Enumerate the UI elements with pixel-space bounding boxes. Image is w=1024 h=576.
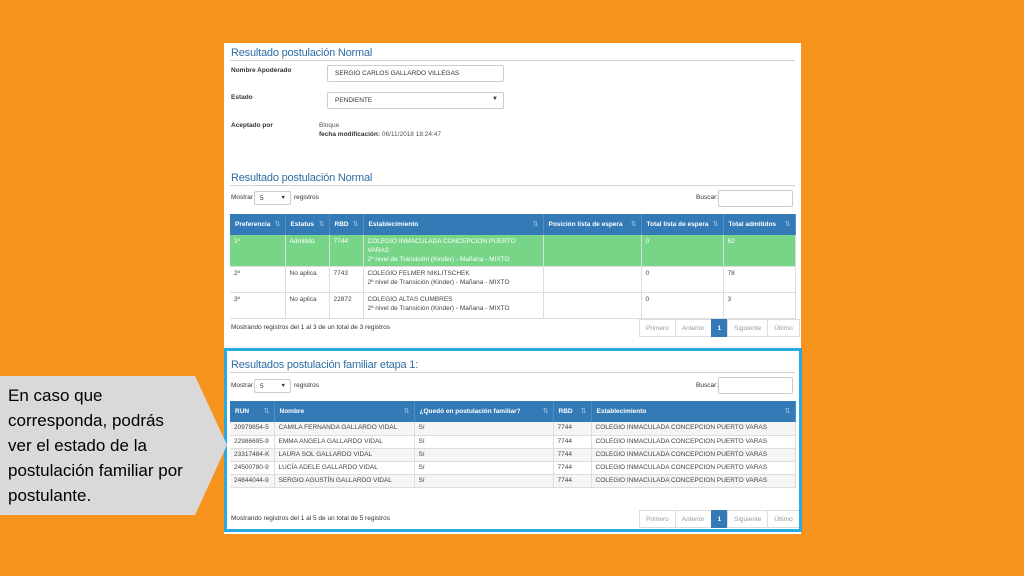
pager-last[interactable]: Último [767, 319, 800, 337]
search-label: Buscar: [696, 194, 719, 201]
sort-icon: ⇅ [630, 221, 637, 228]
normal-results-table: Preferencia ⇅ Estatus ⇅ RBD ⇅ Establecimien… [230, 214, 796, 319]
column-header[interactable]: Preferencia ⇅ [230, 214, 286, 235]
modified-label: fecha modificación: [319, 131, 381, 138]
accepted-value: Bloque [319, 122, 340, 129]
pager-page[interactable]: 1 [710, 319, 729, 337]
sort-icon: ⇅ [274, 221, 281, 228]
column-header-label: Total lista de espera [646, 221, 709, 228]
school-level: 2º nivel de Transición (Kinder) - Mañana… [367, 305, 510, 312]
section-title-normal-table: Resultado postulación Normal [231, 172, 373, 184]
guardian-name-field[interactable]: SERGIO CARLOS GALLARDO VILLEGAS [327, 65, 504, 82]
cell-total-wait: 0 [641, 292, 724, 319]
school-name: COLEGIO FELMER NIKLITSCHEK [367, 270, 470, 277]
cell-total-admitted: 78 [723, 266, 796, 293]
divider [230, 60, 795, 61]
cell-preference: 1º [230, 235, 286, 267]
cell-wait-position [543, 266, 642, 293]
column-header[interactable]: Establecimiento ⇅ [363, 214, 544, 235]
cell-rbd: 7744 [329, 235, 364, 267]
school-level: 2º nivel de Transición (Kinder) - Mañana… [367, 256, 510, 263]
table-info: Mostrando registros del 1 al 3 de un tot… [231, 324, 390, 331]
column-header-label: RBD [334, 221, 349, 228]
cell-rbd: 22872 [329, 292, 364, 319]
page-size-value: 5 [260, 195, 264, 202]
status-select[interactable]: PENDIENTE ▼ [327, 92, 504, 109]
records-label: registros [294, 194, 319, 201]
sort-icon: ⇅ [532, 221, 539, 228]
cell-preference: 3º [230, 292, 286, 319]
pager-next[interactable]: Siguiente [727, 319, 769, 337]
chevron-down-icon: ▼ [280, 195, 286, 201]
section-title-normal: Resultado postulación Normal [231, 47, 373, 59]
family-section-highlight [224, 348, 802, 532]
guardian-label: Nombre Apoderado [231, 67, 292, 74]
page-size-select[interactable]: 5 ▼ [254, 191, 291, 205]
column-header[interactable]: Total admitidos ⇅ [723, 214, 796, 235]
column-header[interactable]: Total lista de espera ⇅ [641, 214, 724, 235]
column-header-label: Preferencia [235, 221, 271, 228]
guardian-name-value: SERGIO CARLOS GALLARDO VILLEGAS [335, 70, 460, 77]
table-header-row: Preferencia ⇅ Estatus ⇅ RBD ⇅ Establecimien… [230, 214, 796, 235]
accepted-label: Aceptado por [231, 122, 273, 129]
table-row: 3º No aplica 22872 COLEGIO ALTAS CUMBRES… [230, 292, 796, 319]
search-input[interactable] [718, 190, 793, 207]
column-header-label: Establecimiento [368, 221, 419, 228]
school-name: COLEGIO ALTAS CUMBRES [367, 296, 453, 303]
pager-prev[interactable]: Anterior [674, 319, 712, 337]
cell-school: COLEGIO FELMER NIKLITSCHEK 2º nivel de Tr… [363, 266, 544, 293]
show-label: Mostrar [231, 194, 254, 201]
cell-total-wait: 0 [641, 266, 724, 293]
pagination: Primero Anterior 1 Siguiente Último [639, 319, 800, 337]
column-header[interactable]: Estatus ⇅ [285, 214, 330, 235]
modified-line: fecha modificación: 06/11/2018 18:24:47 [319, 130, 441, 139]
column-header[interactable]: RBD ⇅ [329, 214, 364, 235]
cell-rbd: 7743 [329, 266, 364, 293]
column-header[interactable]: Posición lista de espera ⇅ [543, 214, 642, 235]
table-row: 1º Admitido 7744 COLEGIO INMACULADA CONC… [230, 235, 796, 267]
cell-status: Admitido [285, 235, 330, 267]
column-header-label: Total admitidos [728, 221, 777, 228]
sort-icon: ⇅ [352, 221, 359, 228]
pager-first[interactable]: Primero [639, 319, 676, 337]
column-header-label: Posición lista de espera [548, 221, 623, 228]
cell-school: COLEGIO INMACULADA CONCEPCION PUERTO VAR… [363, 235, 544, 267]
cell-status: No aplica [285, 266, 330, 293]
callout-text: En caso que corresponda, podrás ver el e… [8, 386, 183, 505]
cell-preference: 2º [230, 266, 286, 293]
school-level: 2º nivel de Transición (Kinder) - Mañana… [367, 279, 510, 286]
column-header-label: Estatus [290, 221, 314, 228]
sort-icon: ⇅ [318, 221, 325, 228]
cell-total-wait: 0 [641, 235, 724, 267]
divider [230, 185, 795, 186]
modified-value: 06/11/2018 18:24:47 [381, 131, 442, 138]
cell-wait-position [543, 292, 642, 319]
table-row: 2º No aplica 7743 COLEGIO FELMER NIKLITS… [230, 266, 796, 293]
cell-total-admitted: 62 [723, 235, 796, 267]
status-select-value: PENDIENTE [335, 97, 373, 104]
acceptance-meta: Bloque fecha modificación: 06/11/2018 18… [319, 121, 441, 139]
sort-icon: ⇅ [784, 221, 791, 228]
cell-status: No aplica [285, 292, 330, 319]
cell-school: COLEGIO ALTAS CUMBRES 2º nivel de Transic… [363, 292, 544, 319]
sort-icon: ⇅ [712, 221, 719, 228]
status-label: Estado [231, 94, 253, 101]
chevron-down-icon: ▼ [492, 96, 498, 102]
school-name: COLEGIO INMACULADA CONCEPCION PUERTO VAR… [367, 238, 516, 254]
cell-wait-position [543, 235, 642, 267]
cell-total-admitted: 3 [723, 292, 796, 319]
